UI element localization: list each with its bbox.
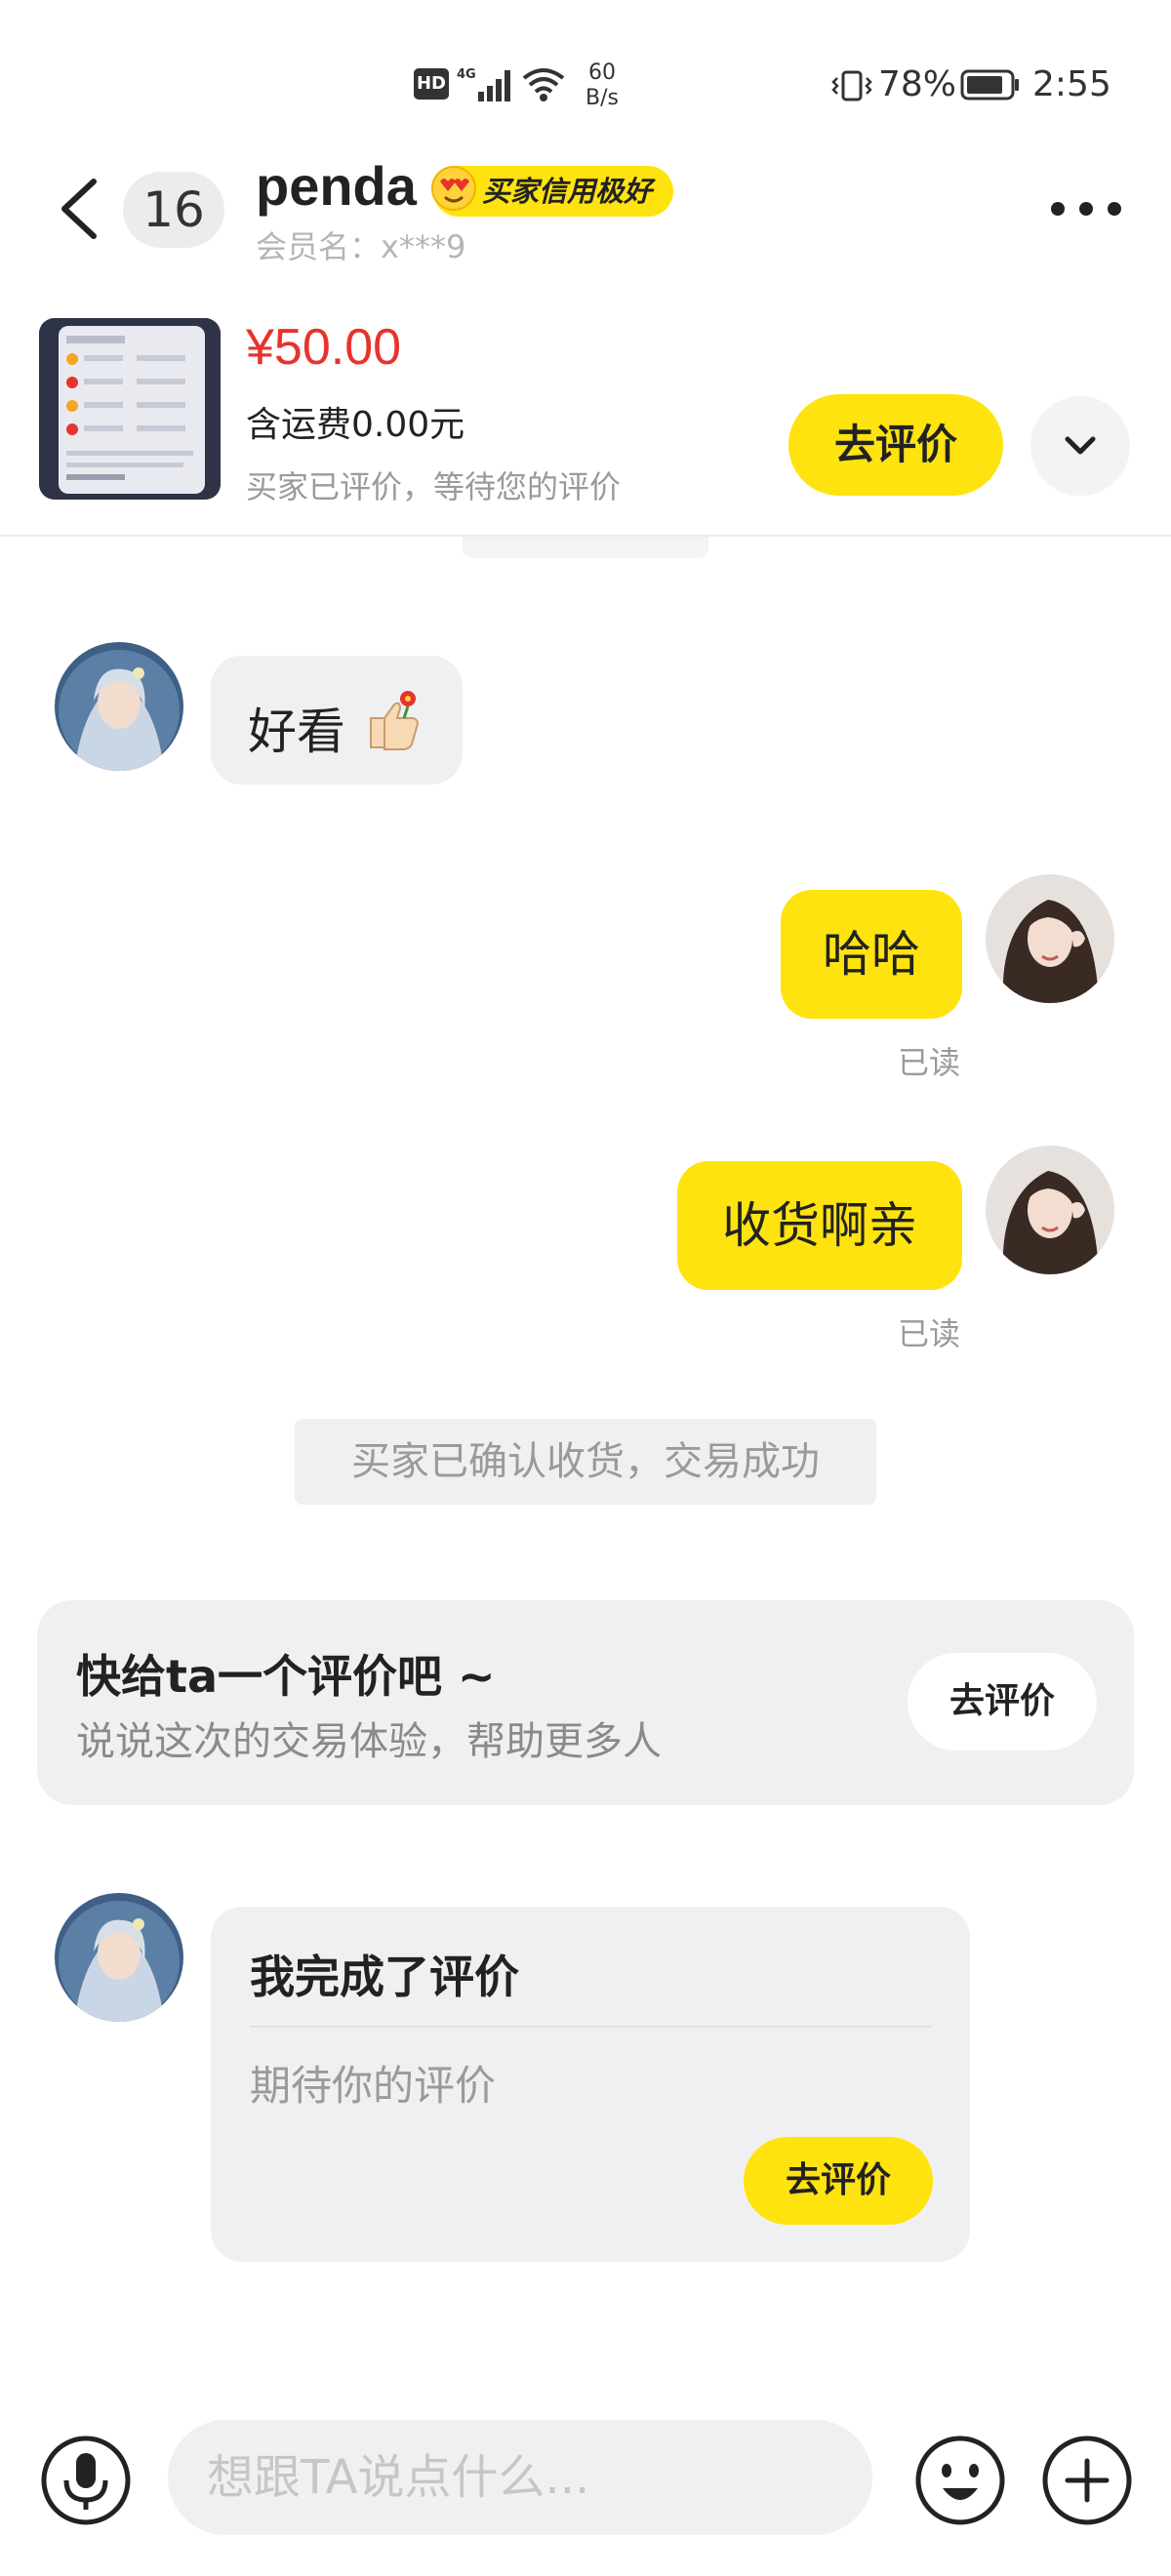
product-shipping: 含运费0.00元 <box>246 405 465 445</box>
message-input[interactable] <box>168 2420 872 2535</box>
speed-value: 60 <box>588 60 616 85</box>
heart-eyes-icon <box>431 166 476 211</box>
review-card-text: 期待你的评价 <box>250 2062 497 2110</box>
my-avatar[interactable] <box>986 1146 1114 1274</box>
member-name: 会员名：x***9 <box>256 228 466 265</box>
review-card-title: 我完成了评价 <box>250 1951 519 2003</box>
hd-icon: HD <box>414 68 449 100</box>
chevron-down-icon[interactable] <box>1030 396 1130 496</box>
credit-badge-label: 买家信用极好 <box>482 175 653 208</box>
system-notice: 买家已确认收货，交易成功 <box>295 1419 876 1505</box>
review-prompt-title: 快给ta一个评价吧 ~ <box>76 1650 496 1703</box>
wifi-icon <box>522 68 565 101</box>
unread-count-badge[interactable]: 16 <box>123 172 224 248</box>
contact-avatar[interactable] <box>55 642 183 771</box>
message-bubble-outgoing[interactable]: 哈哈 <box>781 890 962 1019</box>
order-status: 买家已评价，等待您的评价 <box>246 468 622 505</box>
message-bubble-outgoing[interactable]: 收货啊亲 <box>677 1161 962 1290</box>
emoji-icon[interactable] <box>913 2434 1007 2527</box>
review-card-divider <box>250 2026 931 2028</box>
more-icon[interactable] <box>1046 191 1126 226</box>
review-card-button[interactable]: 去评价 <box>744 2137 933 2225</box>
message-text: 好看 <box>248 704 345 760</box>
contact-avatar-image <box>55 1893 183 2022</box>
review-prompt-subtitle: 说说这次的交易体验，帮助更多人 <box>76 1719 662 1764</box>
message-bubble-incoming[interactable]: 好看 <box>211 656 463 785</box>
contact-avatar[interactable] <box>55 1893 183 2022</box>
review-prompt-button[interactable]: 去评价 <box>908 1653 1097 1751</box>
read-receipt: 已读 <box>898 1044 961 1081</box>
vibrate-icon <box>831 70 872 101</box>
product-image <box>39 318 221 500</box>
contact-name[interactable]: penda <box>256 154 417 218</box>
network-speed: 60 B/s <box>578 60 626 111</box>
my-avatar[interactable] <box>986 874 1114 1003</box>
mic-icon[interactable] <box>39 2434 133 2527</box>
product-price: ¥50.00 <box>246 319 402 376</box>
plus-icon[interactable] <box>1040 2434 1134 2527</box>
scroll-indicator <box>463 537 708 558</box>
thumbs-up-flower-icon <box>370 691 419 750</box>
signal-icon: 4G <box>457 67 510 101</box>
my-avatar-image <box>986 1146 1114 1274</box>
back-icon[interactable] <box>51 172 105 246</box>
review-button-header[interactable]: 去评价 <box>788 394 1003 496</box>
clock: 2:55 <box>1032 64 1111 104</box>
product-thumbnail[interactable] <box>39 318 221 500</box>
my-avatar-image <box>986 874 1114 1003</box>
speed-unit: B/s <box>586 86 619 110</box>
battery-icon <box>960 69 1019 101</box>
contact-avatar-image <box>55 642 183 771</box>
read-receipt: 已读 <box>898 1315 961 1352</box>
status-bar: HD 4G 60 B/s 78% 2:55 <box>0 0 1171 166</box>
battery-percent: 78% <box>878 64 957 104</box>
svg-text:4G: 4G <box>457 67 476 82</box>
